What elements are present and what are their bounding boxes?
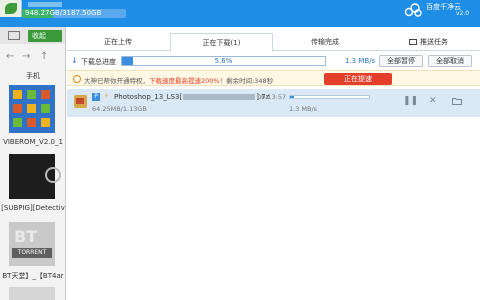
notice-text-before: 大神已帮你开通特权， <box>84 77 149 85</box>
file-label[interactable]: [SUBPIG][Detectiv <box>0 204 65 212</box>
up-arrow-icon[interactable]: ↑ <box>40 51 48 62</box>
total-speed: 1.3 MB/s <box>345 57 376 65</box>
notice-text-after: 剩余时间:348秒 <box>226 77 274 85</box>
cloud-icon <box>404 3 422 17</box>
pause-all-button[interactable]: 全部暂停 <box>379 55 423 67</box>
cancel-all-button[interactable]: 全部取消 <box>428 55 472 67</box>
folder-icon[interactable] <box>452 97 462 105</box>
total-progress-bar: 5.6% <box>121 56 326 66</box>
tab-label: 推送任务 <box>420 38 448 46</box>
blurred-text <box>183 94 256 100</box>
file-thumbnail[interactable]: BT TORRENT <box>9 222 55 266</box>
left-panel: 收起 ← → ↑ 手机 VIBEROM_V2.0_1 [SUBPIG][Dete… <box>0 27 66 300</box>
section-label: 手机 <box>26 72 40 80</box>
transfer-panel: 正在上传 正在下载(1) 传输完成 推送任务 ↓ 下载总进度 5.6% 1.3 … <box>67 27 480 300</box>
play-icon <box>45 167 61 183</box>
item-progress-fill <box>290 96 295 98</box>
avatar[interactable] <box>0 0 22 17</box>
file-thumbnail[interactable] <box>9 154 61 199</box>
speedup-notice: 大神已帮你开通特权，下载速度最高提速200%！剩余时间:348秒 正在提速 <box>67 70 480 86</box>
download-row[interactable]: P ⚡ Photoshop_13_LS3[].7z 64.25MB/1.13GB… <box>67 89 480 117</box>
archive-file-icon <box>74 95 87 108</box>
tab-label: 传输完成 <box>311 38 339 46</box>
notice-highlight: 下载速度最高提速200%！ <box>149 77 227 85</box>
monitor-icon <box>409 39 417 45</box>
file-thumbnail[interactable] <box>9 85 55 133</box>
file-name-prefix: Photoshop_13_LS3[ <box>114 93 183 101</box>
torrent-label: TORRENT <box>12 248 52 258</box>
fold-button[interactable]: 收起 <box>28 30 62 42</box>
remaining-time: 00:13:57 <box>257 93 287 101</box>
window-icon[interactable] <box>8 31 20 40</box>
leaf-icon <box>5 3 17 14</box>
smile-icon <box>73 75 81 83</box>
total-progress-row: ↓ 下载总进度 5.6% 1.3 MB/s 全部暂停 全部取消 <box>67 54 480 68</box>
close-icon[interactable]: ✕ <box>429 96 437 106</box>
total-progress-percent: 5.6% <box>214 57 233 65</box>
nav-row: ← → ↑ <box>0 46 65 68</box>
username <box>28 2 62 7</box>
top-header: 948.27GB/3187.50GB 百度千净云 v2.0 <box>0 0 480 27</box>
brand-version: v2.0 <box>456 10 470 17</box>
tab-uploading[interactable]: 正在上传 <box>67 33 169 51</box>
file-size: 64.25MB/1.13GB <box>92 105 147 113</box>
notice-text: 大神已帮你开通特权，下载速度最高提速200%！剩余时间:348秒 <box>84 75 273 85</box>
bt-text: BT <box>14 227 38 246</box>
download-arrow-icon: ↓ <box>71 56 78 65</box>
pause-icon[interactable]: ❚❚ <box>403 96 418 106</box>
tab-push-tasks[interactable]: 推送任务 <box>377 33 480 51</box>
tab-completed[interactable]: 传输完成 <box>274 33 376 51</box>
file-thumbnail[interactable] <box>9 287 55 300</box>
brand-logo: 百度千净云 v2.0 <box>404 2 474 20</box>
storage-meter: 948.27GB/3187.50GB <box>22 9 126 18</box>
tab-label: 正在上传 <box>104 38 132 46</box>
total-progress-label: 下载总进度 <box>81 58 116 66</box>
speedup-button[interactable]: 正在提速 <box>324 73 392 85</box>
file-label[interactable]: BT天堂】_【BT4ar <box>0 271 65 281</box>
forward-arrow-icon[interactable]: → <box>22 51 30 62</box>
back-arrow-icon[interactable]: ← <box>6 51 14 62</box>
item-speed: 1.3 MB/s <box>289 105 318 113</box>
lightning-icon: ⚡ <box>104 92 109 100</box>
storage-text: 948.27GB/3187.50GB <box>25 9 102 17</box>
file-label[interactable]: VIBEROM_V2.0_1 <box>0 138 65 146</box>
item-progress-bar <box>289 95 370 99</box>
tab-bar: 正在上传 正在下载(1) 传输完成 推送任务 <box>67 33 480 52</box>
file-name: Photoshop_13_LS3[].7z <box>114 93 269 101</box>
tab-label: 正在下载(1) <box>202 39 241 47</box>
fold-row: 收起 <box>0 27 65 44</box>
tab-downloading[interactable]: 正在下载(1) <box>170 33 273 52</box>
p-badge-icon: P <box>92 93 100 101</box>
